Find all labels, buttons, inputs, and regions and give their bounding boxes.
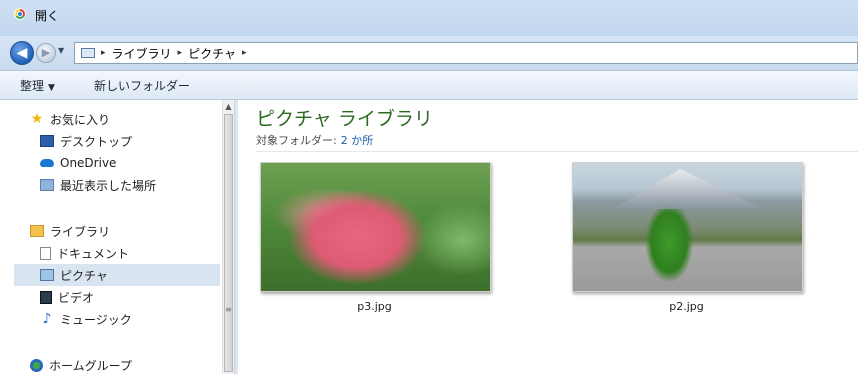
locations-link[interactable]: 2 か所 — [341, 134, 374, 147]
sidebar-item-label: OneDrive — [60, 156, 117, 170]
mountain-shape — [613, 169, 763, 209]
back-button[interactable]: ◀ — [10, 41, 34, 65]
file-thumbnail-p3[interactable] — [260, 162, 491, 292]
sidebar-item-label: ピクチャ — [60, 268, 108, 283]
sidebar-item-label: デスクトップ — [60, 134, 133, 149]
pictures-icon — [40, 269, 54, 281]
sidebar-item-onedrive[interactable]: OneDrive — [40, 152, 116, 174]
library-title: ピクチャ ライブラリ — [256, 108, 433, 130]
new-folder-button[interactable]: 新しいフォルダー — [94, 77, 190, 94]
sidebar-item-videos[interactable]: ビデオ — [40, 286, 94, 308]
pictures-location-icon — [81, 48, 95, 58]
sidebar-item-favorites[interactable]: ★ お気に入り — [30, 108, 110, 130]
homegroup-icon — [30, 358, 43, 372]
app-icon — [14, 8, 26, 20]
desktop-icon — [40, 135, 54, 147]
recent-places-icon — [40, 179, 54, 191]
sidebar-item-homegroup[interactable]: ホームグループ — [30, 354, 132, 376]
file-name-p2[interactable]: p2.jpg — [572, 300, 801, 313]
documents-icon — [40, 246, 51, 260]
sidebar-item-desktop[interactable]: デスクトップ — [40, 130, 132, 152]
sidebar-scrollbar[interactable]: ▲ ≡ — [222, 100, 234, 374]
sidebar-item-label: 最近表示した場所 — [60, 178, 157, 193]
star-icon: ★ — [30, 111, 44, 127]
breadcrumb-separator[interactable]: ▸ — [178, 48, 183, 58]
breadcrumb-libraries[interactable]: ライブラリ — [112, 45, 172, 62]
breadcrumb-separator[interactable]: ▸ — [242, 48, 247, 58]
sidebar-item-label: ドキュメント — [57, 246, 130, 261]
sidebar-item-label: ビデオ — [58, 290, 95, 305]
breadcrumb-separator[interactable]: ▸ — [101, 48, 106, 58]
sidebar-item-music[interactable]: ♪ ミュージック — [40, 308, 132, 330]
scrollbar-thumb[interactable] — [224, 114, 233, 372]
recent-pages-dropdown[interactable]: ▼ — [58, 46, 64, 55]
navigation-pane: ★ お気に入り デスクトップ OneDrive 最近表示した場所 ライブラリ ド… — [0, 100, 222, 374]
locations-label: 対象フォルダー: — [256, 134, 337, 147]
onedrive-icon — [40, 159, 54, 167]
grip-icon: ≡ — [225, 305, 232, 314]
library-locations: 対象フォルダー: 2 か所 — [256, 132, 373, 148]
header-divider — [256, 151, 858, 152]
library-icon — [30, 225, 44, 237]
breadcrumb-pictures[interactable]: ピクチャ — [188, 45, 236, 62]
sidebar-item-libraries[interactable]: ライブラリ — [30, 220, 110, 242]
sidebar-item-label: お気に入り — [50, 112, 111, 127]
file-thumbnail-p2[interactable] — [572, 162, 803, 292]
window-title: 開く — [35, 9, 60, 23]
scroll-up-arrow-icon[interactable]: ▲ — [223, 102, 234, 111]
command-bar: 整理 ▼ 新しいフォルダー — [0, 71, 858, 100]
sidebar-item-pictures[interactable]: ピクチャ — [14, 264, 220, 286]
title-bar: 開く — [0, 0, 858, 36]
file-name-p3[interactable]: p3.jpg — [260, 300, 489, 313]
organize-label: 整理 — [20, 79, 45, 93]
sidebar-item-label: ミュージック — [60, 312, 132, 327]
sidebar-item-documents[interactable]: ドキュメント — [40, 242, 129, 264]
organize-button[interactable]: 整理 ▼ — [20, 77, 55, 94]
sidebar-item-label: ホームグループ — [49, 358, 132, 373]
videos-icon — [40, 290, 52, 304]
address-bar[interactable]: ▸ ライブラリ ▸ ピクチャ ▸ — [74, 42, 858, 64]
music-icon: ♪ — [42, 311, 52, 327]
file-list-pane: ピクチャ ライブラリ 対象フォルダー: 2 か所 p3.jpg p2.jpg — [238, 100, 858, 374]
navigation-bar: ◀ ▶ ▼ ▸ ライブラリ ▸ ピクチャ ▸ — [0, 36, 858, 71]
sidebar-item-label: ライブラリ — [50, 224, 111, 239]
forward-button[interactable]: ▶ — [36, 43, 56, 63]
sidebar-item-recent-places[interactable]: 最近表示した場所 — [40, 174, 156, 196]
chevron-down-icon: ▼ — [48, 83, 55, 93]
